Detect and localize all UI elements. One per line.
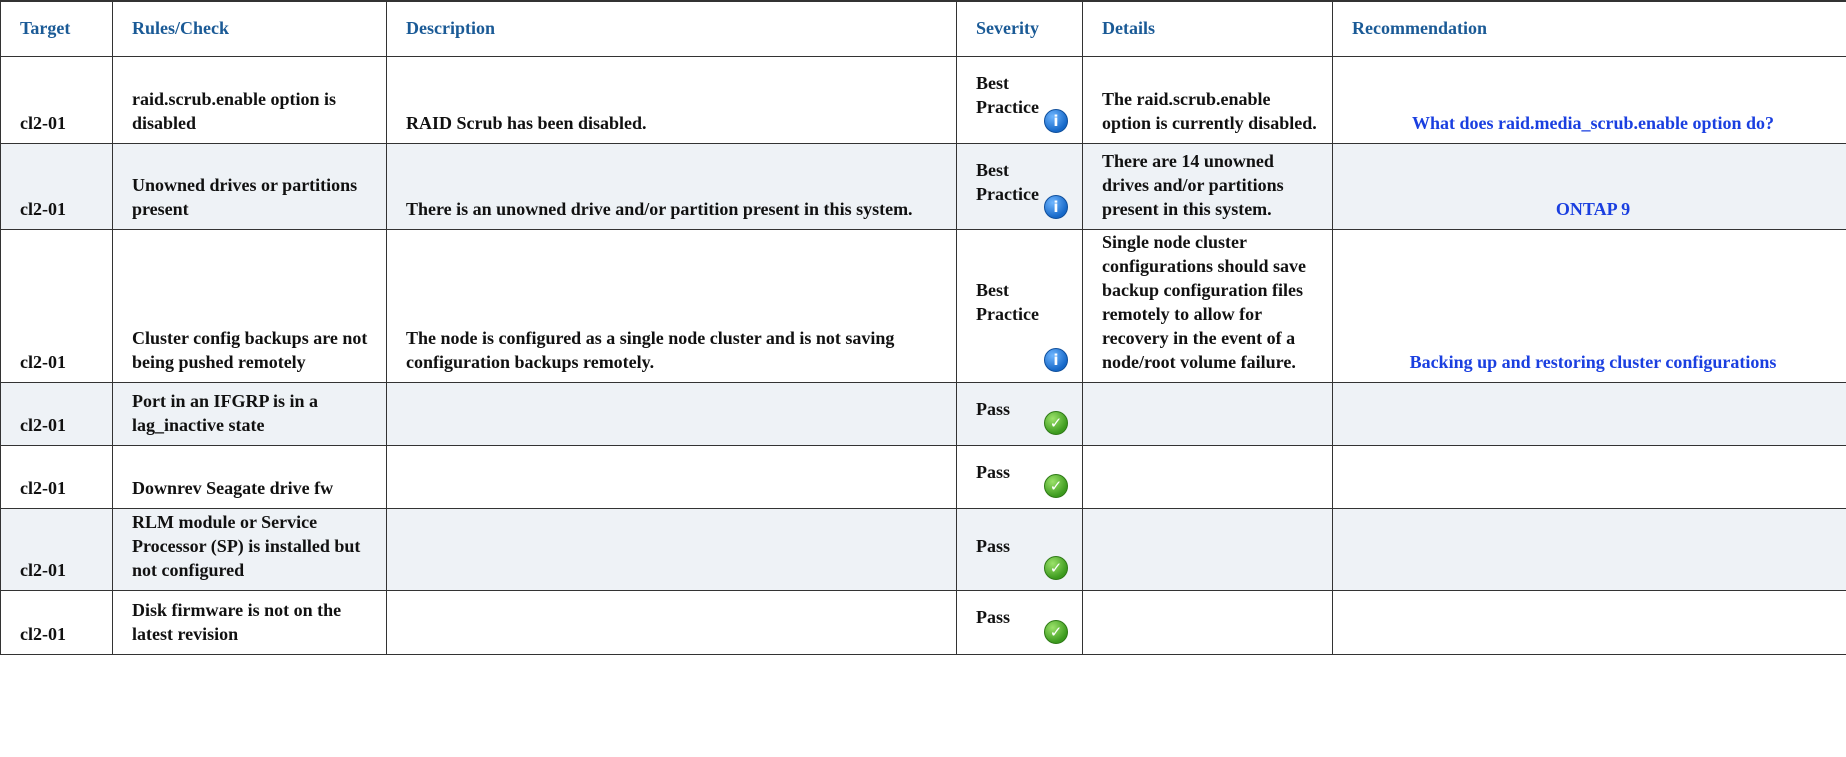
- details-cell: [1082, 590, 1333, 655]
- description-cell: RAID Scrub has been disabled.: [386, 56, 957, 144]
- target-cell: cl2-01: [0, 382, 113, 446]
- severity-label: Pass: [976, 607, 1011, 627]
- column-header-details[interactable]: Details: [1082, 0, 1333, 57]
- description-cell: [386, 445, 957, 509]
- column-header-target[interactable]: Target: [0, 0, 113, 57]
- recommendation-link[interactable]: ONTAP 9: [1556, 199, 1630, 219]
- column-header-description[interactable]: Description: [386, 0, 957, 57]
- severity-cell: Pass: [956, 508, 1083, 591]
- column-header-recommendation[interactable]: Recommendation: [1332, 0, 1846, 57]
- target-cell: cl2-01: [0, 445, 113, 509]
- severity-cell: Pass: [956, 590, 1083, 655]
- info-icon[interactable]: [1044, 348, 1068, 372]
- severity-label: Pass: [976, 462, 1011, 482]
- check-icon: [1044, 620, 1068, 644]
- severity-label: Pass: [976, 399, 1011, 419]
- details-cell: [1082, 382, 1333, 446]
- details-cell: Single node cluster configurations shoul…: [1082, 229, 1333, 383]
- rule-cell: RLM module or Service Processor (SP) is …: [112, 508, 387, 591]
- rule-cell: Cluster config backups are not being pus…: [112, 229, 387, 383]
- health-check-table: Target Rules/Check Description Severity …: [0, 0, 1846, 655]
- column-header-rules-check[interactable]: Rules/Check: [112, 0, 387, 57]
- table-row: cl2-01 raid.scrub.enable option is disab…: [0, 56, 1846, 144]
- rule-cell: Port in an IFGRP is in a lag_inactive st…: [112, 382, 387, 446]
- info-icon[interactable]: [1044, 109, 1068, 133]
- recommendation-link[interactable]: Backing up and restoring cluster configu…: [1410, 352, 1777, 372]
- info-icon[interactable]: [1044, 195, 1068, 219]
- severity-cell: Pass: [956, 382, 1083, 446]
- severity-label: Best Practice: [976, 73, 1039, 117]
- check-icon: [1044, 411, 1068, 435]
- target-cell: cl2-01: [0, 56, 113, 144]
- rule-cell: raid.scrub.enable option is disabled: [112, 56, 387, 144]
- description-cell: [386, 382, 957, 446]
- target-cell: cl2-01: [0, 143, 113, 230]
- recommendation-cell: What does raid.media_scrub.enable option…: [1332, 56, 1846, 144]
- recommendation-cell: [1332, 445, 1846, 509]
- severity-label: Pass: [976, 535, 1011, 556]
- description-cell: The node is configured as a single node …: [386, 229, 957, 383]
- details-cell: [1082, 508, 1333, 591]
- recommendation-cell: Backing up and restoring cluster configu…: [1332, 229, 1846, 383]
- severity-cell: Best Practice: [956, 56, 1083, 144]
- description-cell: [386, 508, 957, 591]
- recommendation-cell: [1332, 508, 1846, 591]
- target-cell: cl2-01: [0, 508, 113, 591]
- table-row: cl2-01 Unowned drives or partitions pres…: [0, 143, 1846, 230]
- severity-label: Best Practice: [976, 280, 1039, 324]
- table-row: cl2-01 Disk firmware is not on the lates…: [0, 590, 1846, 655]
- target-cell: cl2-01: [0, 229, 113, 383]
- table-row: cl2-01 RLM module or Service Processor (…: [0, 508, 1846, 591]
- check-icon: [1044, 556, 1068, 580]
- details-cell: [1082, 445, 1333, 509]
- table-row: cl2-01 Cluster config backups are not be…: [0, 229, 1846, 383]
- rule-cell: Downrev Seagate drive fw: [112, 445, 387, 509]
- description-cell: [386, 590, 957, 655]
- table-row: cl2-01 Downrev Seagate drive fw Pass: [0, 445, 1846, 509]
- recommendation-link[interactable]: What does raid.media_scrub.enable option…: [1412, 113, 1774, 133]
- details-cell: The raid.scrub.enable option is currentl…: [1082, 56, 1333, 144]
- description-cell: There is an unowned drive and/or partiti…: [386, 143, 957, 230]
- recommendation-cell: [1332, 590, 1846, 655]
- severity-cell: Pass: [956, 445, 1083, 509]
- severity-label: Best Practice: [976, 160, 1039, 204]
- details-cell: There are 14 unowned drives and/or parti…: [1082, 143, 1333, 230]
- column-header-severity[interactable]: Severity: [956, 0, 1083, 57]
- severity-cell: Best Practice: [956, 143, 1083, 230]
- target-cell: cl2-01: [0, 590, 113, 655]
- header-row: Target Rules/Check Description Severity …: [0, 0, 1846, 57]
- rule-cell: Unowned drives or partitions present: [112, 143, 387, 230]
- check-icon: [1044, 474, 1068, 498]
- table-row: cl2-01 Port in an IFGRP is in a lag_inac…: [0, 382, 1846, 446]
- recommendation-cell: [1332, 382, 1846, 446]
- recommendation-cell: ONTAP 9: [1332, 143, 1846, 230]
- rule-cell: Disk firmware is not on the latest revis…: [112, 590, 387, 655]
- severity-cell: Best Practice: [956, 229, 1083, 383]
